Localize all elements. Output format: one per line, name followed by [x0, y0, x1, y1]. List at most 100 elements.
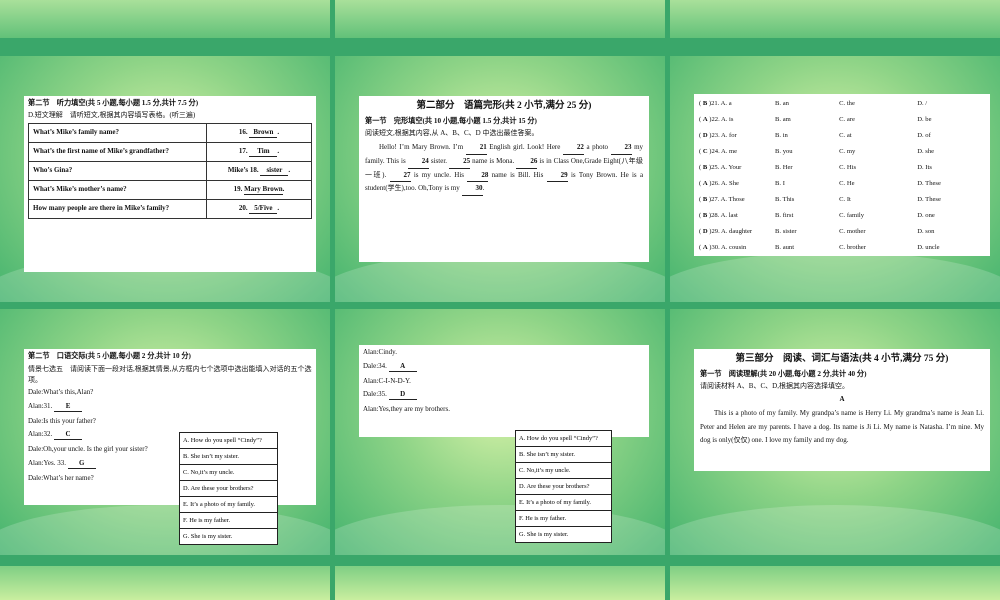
slide-cloze[interactable]: 第二部分 语篇完形(共 2 小节,满分 25 分) 第一节 完形填空(共 10 …	[335, 56, 665, 302]
choice-answer: ( B )25. A. Your	[699, 163, 742, 171]
slide-strip-top-3[interactable]	[670, 0, 1000, 38]
instruction: 阅读短文,根据其内容,从 A、B、C、D 中选出最佳答案。	[365, 128, 539, 137]
answer-letter: A	[702, 243, 708, 251]
option-b: B. This	[775, 195, 795, 203]
answer-letter: A	[702, 179, 708, 187]
slide-dialogue-2[interactable]: Alan:Cindy. Dale:34. A Alan:C-I-N-D-Y. Dale…	[335, 309, 665, 555]
answer-letter: B	[702, 195, 708, 203]
dialogue-line: Alan:31. E	[28, 402, 312, 412]
option-d: D. she	[917, 147, 935, 155]
section-heading: 第一节 完形填空(共 10 小题,每小题 1.5 分,共计 15 分)	[365, 116, 537, 125]
option-d: D. /	[917, 99, 928, 107]
answer-letter: C	[702, 147, 708, 155]
answer-table: What’s Mike’s family name? 16. Brown. What…	[28, 122, 312, 219]
option-b: B. am	[775, 115, 791, 123]
passage-label: A	[839, 394, 845, 403]
slide-strip-top-1[interactable]	[0, 0, 330, 38]
dialogue-answer: G	[67, 459, 96, 469]
section-heading: 第一节 阅读理解(共 20 小题,每小题 2 分,共计 40 分)	[700, 369, 867, 378]
instruction: 请阅读材料 A、B、C、D,根据其内容选择填空。	[700, 381, 849, 390]
slide-strip-top-2[interactable]	[335, 0, 665, 38]
option-item: G. She is my sister.	[183, 533, 233, 540]
option-item: E. It’s a photo of my family.	[516, 495, 611, 511]
option-c: C. His	[839, 163, 857, 171]
answer-cell: 20. 5/Five.	[206, 198, 312, 219]
dialogue-line: Alan:C-I-N-D-Y.	[363, 376, 411, 385]
dialogue-answer: C	[54, 430, 83, 440]
answer-letter: B	[702, 163, 708, 171]
option-b: B. you	[775, 147, 793, 155]
blank-22: 22	[562, 141, 584, 155]
answer-letter: D	[702, 131, 708, 139]
choices-card: ( B )21. A. a B. an C. the D. / ( A )22. A. …	[694, 94, 990, 256]
choice-row: ( D )29. A. daughter B. sister C. mother D.…	[698, 224, 986, 240]
option-b: B. aunt	[775, 243, 795, 251]
dialogue-lines: Alan:Cindy. Dale:34. A Alan:C-I-N-D-Y. Dale…	[363, 348, 645, 414]
blank-24: 24	[407, 155, 429, 169]
option-item: C. No,it’s my uncle.	[180, 465, 277, 481]
blank-27: 27	[389, 169, 411, 183]
dialogue-card-2: Alan:Cindy. Dale:34. A Alan:C-I-N-D-Y. Dale…	[359, 345, 649, 437]
slide-strip-bottom-2[interactable]	[335, 566, 665, 600]
choice-row: ( D )23. A. for B. in C. at D. of	[698, 128, 986, 144]
blank-30: 30	[461, 182, 483, 197]
dialogue-line: Dale:34. A	[363, 362, 645, 372]
dialogue-line: Dale:35. D	[363, 390, 645, 400]
slide-strip-bottom-3[interactable]	[670, 566, 1000, 600]
question-cell: What’s Mike’s family name?	[28, 122, 207, 143]
table-row: What’s Mike’s mother’s name? 19. Mary Bro…	[28, 179, 312, 200]
option-d: D. These	[917, 195, 941, 203]
listening-card: 第二节 听力填空(共 5 小题,每小题 1.5 分,共计 7.5 分) D.短文…	[24, 96, 316, 272]
slide-cloze-answers[interactable]: ( B )21. A. a B. an C. the D. / ( A )22. A. …	[670, 56, 1000, 302]
answer-cell: 17. Tim.	[206, 141, 312, 162]
question-cell: Who’s Gina?	[28, 160, 207, 181]
slide-listening-fill[interactable]: 第二节 听力填空(共 5 小题,每小题 1.5 分,共计 7.5 分) D.短文…	[0, 56, 330, 302]
option-d: D. Its	[917, 163, 932, 171]
option-item: D. Are these your brothers?	[516, 479, 611, 495]
blank-28: 28	[467, 169, 489, 183]
option-item: A. How do you spell “Cindy”?	[516, 431, 611, 447]
option-c: C. are	[839, 115, 855, 123]
option-item: B. She isn’t my sister.	[180, 449, 277, 465]
choice-answer: ( A )26. A. She	[699, 179, 739, 187]
choice-answer: ( A )22. A. is	[699, 115, 734, 123]
slide-dialogue-1[interactable]: 第二节 口语交际(共 5 小题,每小题 2 分,共计 10 分) 情景七选五 请…	[0, 309, 330, 555]
blank-29: 29	[546, 169, 568, 183]
choice-answer: ( C )24. A. me	[699, 147, 738, 155]
slide-reading[interactable]: 第三部分 阅读、词汇与语法(共 4 小节,满分 75 分) 第一节 阅读理解(共…	[670, 309, 1000, 555]
option-d: D. of	[917, 131, 931, 139]
dialogue-answer: E	[54, 402, 83, 412]
option-b: B. sister	[775, 227, 797, 235]
table-row: What’s the first name of Mike’s grandfat…	[28, 141, 312, 162]
slide-strip-bottom-1[interactable]	[0, 566, 330, 600]
option-item: F. He is my father.	[516, 511, 611, 527]
question-cell: What’s the first name of Mike’s grandfat…	[28, 141, 207, 162]
option-c: C. brother	[839, 243, 866, 251]
reading-card: 第三部分 阅读、词汇与语法(共 4 小节,满分 75 分) 第一节 阅读理解(共…	[694, 349, 990, 471]
question-cell: What’s Mike’s mother’s name?	[28, 179, 207, 200]
option-item: D. Are these your brothers?	[180, 481, 277, 497]
option-b: B. an	[775, 99, 789, 107]
option-b: B. first	[775, 211, 794, 219]
option-c: C. It	[839, 195, 851, 203]
answer-letter: B	[702, 99, 708, 107]
answer-letter: A	[702, 115, 708, 123]
option-c: C. the	[839, 99, 855, 107]
option-item: G. She is my sister.	[519, 531, 569, 538]
section-heading: 第二节 听力填空(共 5 小题,每小题 1.5 分,共计 7.5 分)	[28, 99, 199, 107]
choice-row: ( A )30. A. cousin B. aunt C. brother D. un…	[698, 240, 986, 256]
cloze-card: 第二部分 语篇完形(共 2 小节,满分 25 分) 第一节 完形填空(共 10 …	[359, 96, 649, 262]
option-d: D. uncle	[917, 243, 940, 251]
option-item: B. She isn’t my sister.	[516, 447, 611, 463]
option-item: C. No,it’s my uncle.	[516, 463, 611, 479]
dialogue-line: Alan:Yes,they are my brothers.	[363, 405, 450, 413]
option-item: F. He is my father.	[180, 513, 277, 529]
option-item: E. It’s a photo of my family.	[180, 497, 277, 513]
option-c: C. He	[839, 179, 855, 187]
answer-19: Mary Brown	[244, 184, 283, 195]
answer-letter: D	[702, 227, 708, 235]
table-row: How many people are there in Mike’s fami…	[28, 198, 312, 219]
choice-answer: ( D )29. A. daughter	[699, 227, 753, 235]
choice-answer: ( B )27. A. Those	[699, 195, 745, 203]
answer-cell: 19. Mary Brown.	[206, 179, 312, 200]
